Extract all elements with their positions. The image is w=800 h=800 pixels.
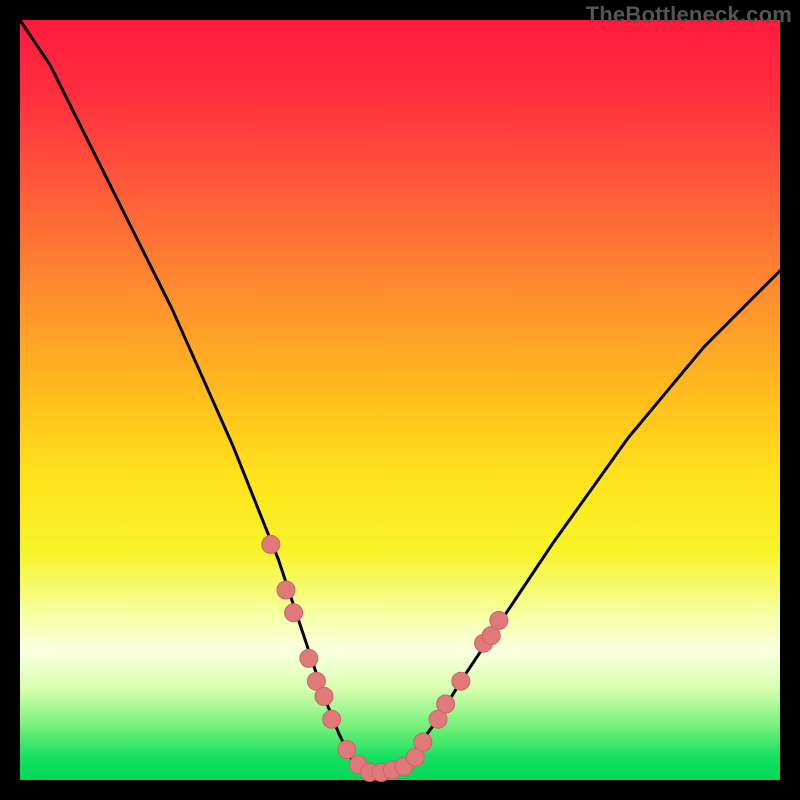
plot-area xyxy=(20,20,780,780)
chart-svg xyxy=(20,20,780,780)
marker-dot xyxy=(437,695,455,713)
marker-dot xyxy=(300,649,318,667)
marker-dot xyxy=(277,581,295,599)
marker-dot xyxy=(285,604,303,622)
marker-dot xyxy=(452,672,470,690)
watermark-text: TheBottleneck.com xyxy=(586,2,792,28)
marker-dot xyxy=(338,741,356,759)
curve-markers xyxy=(262,535,508,781)
marker-dot xyxy=(262,535,280,553)
marker-dot xyxy=(414,733,432,751)
curve-path xyxy=(20,20,780,772)
bottleneck-curve xyxy=(20,20,780,772)
marker-dot xyxy=(315,687,333,705)
marker-dot xyxy=(490,611,508,629)
marker-dot xyxy=(323,710,341,728)
chart-frame: TheBottleneck.com xyxy=(0,0,800,800)
